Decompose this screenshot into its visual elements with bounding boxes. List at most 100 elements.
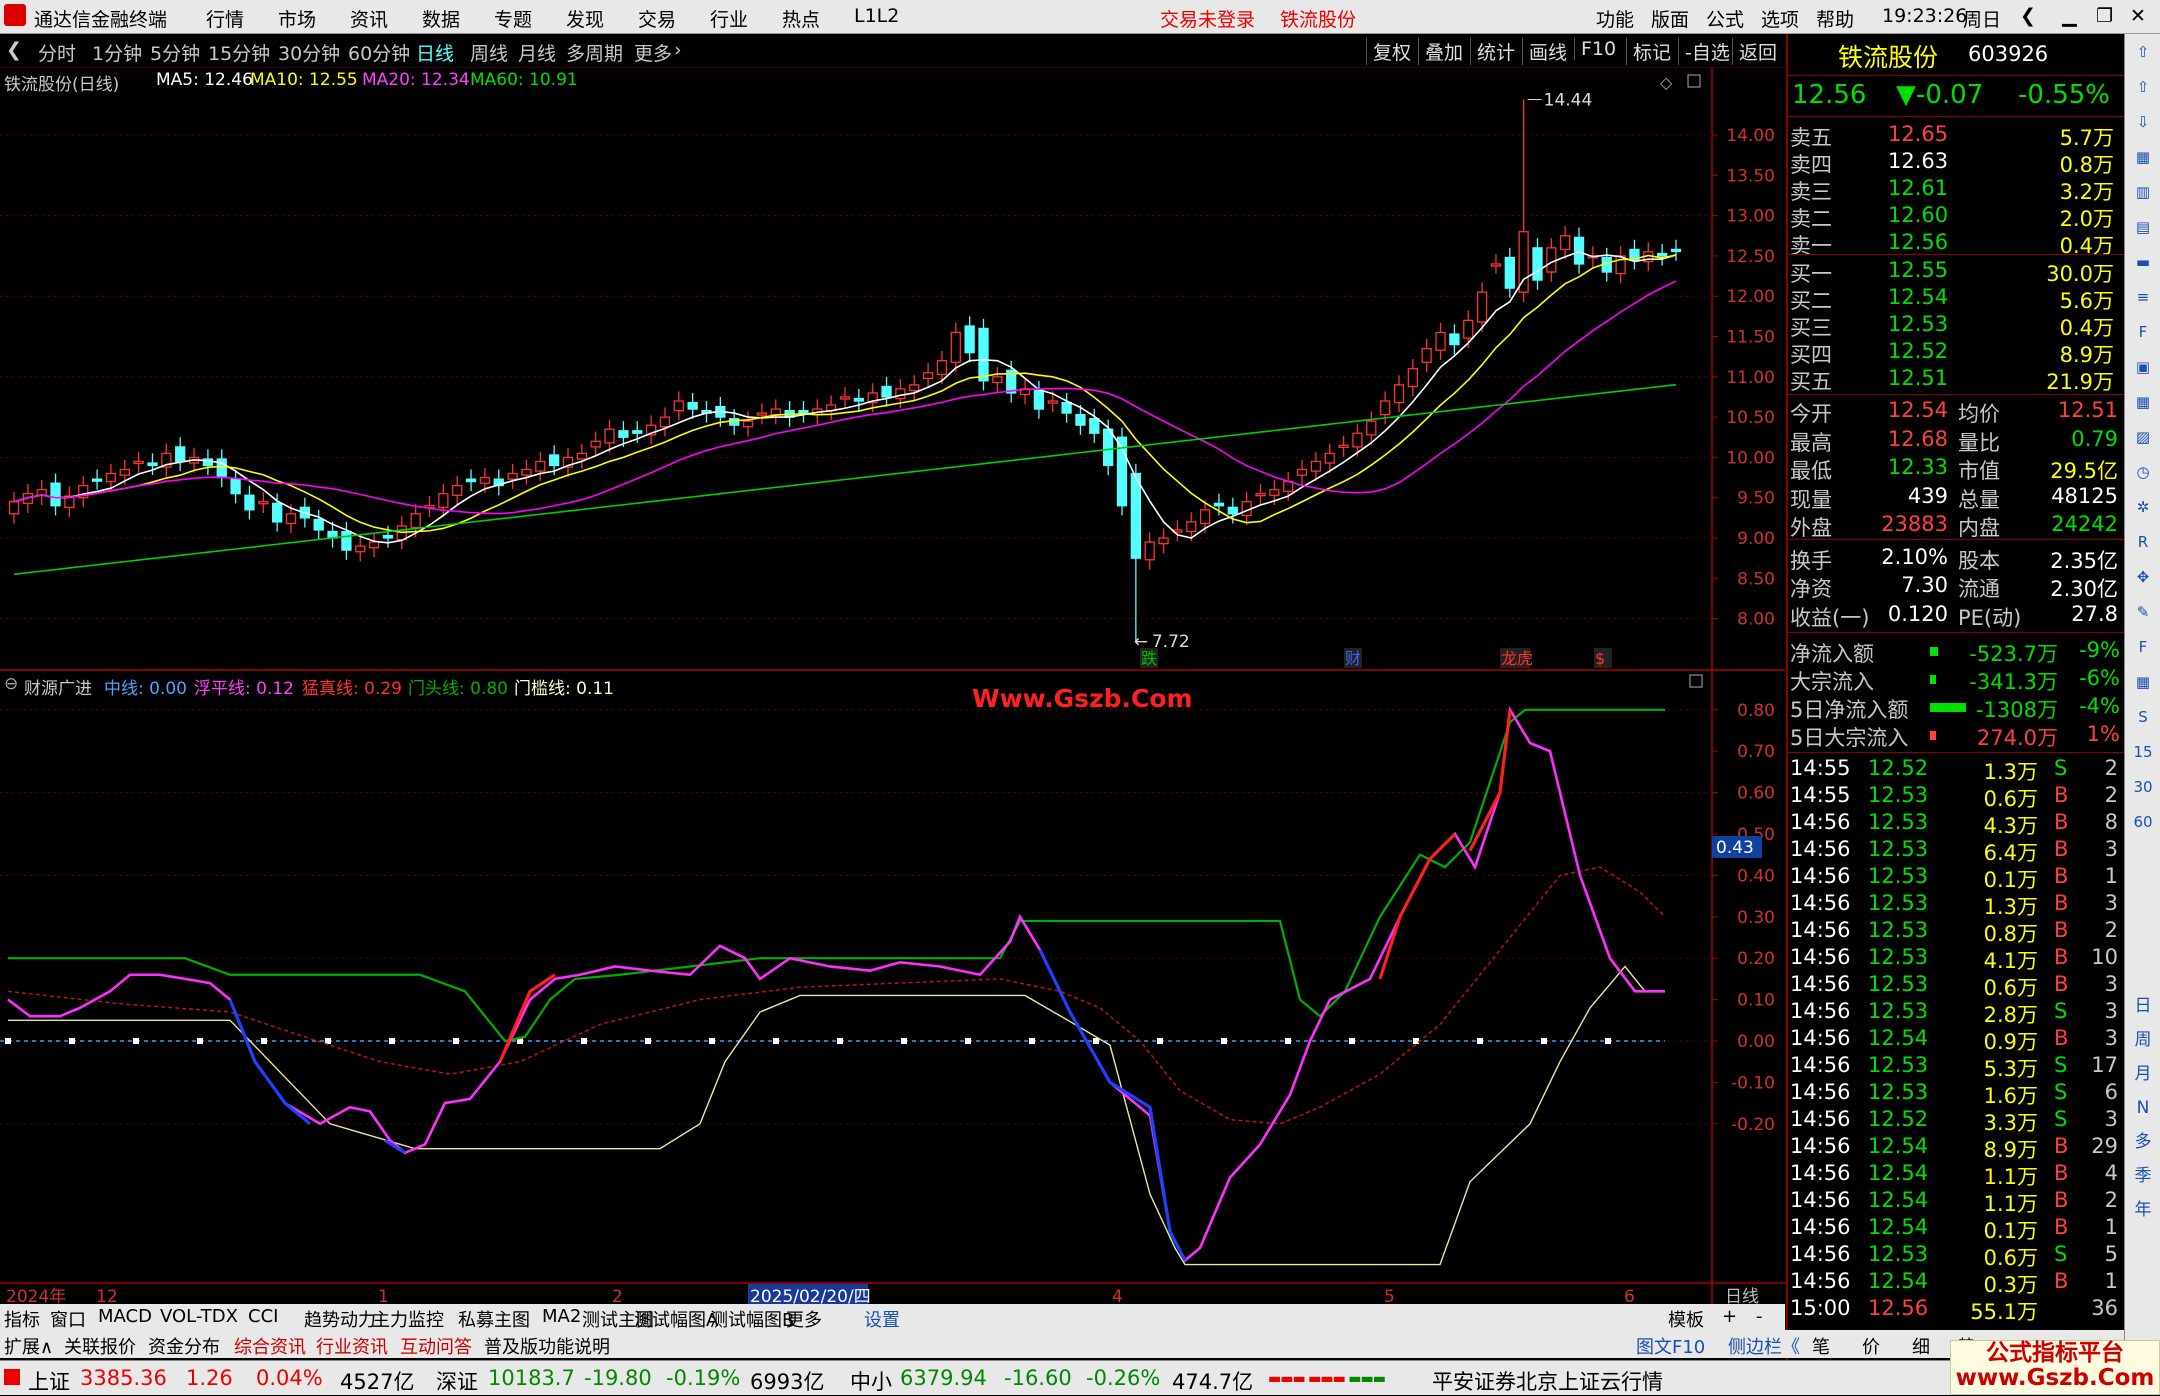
candle[interactable] — [36, 479, 47, 505]
side-tab-1[interactable]: 侧边栏《 — [1728, 1333, 1800, 1359]
indicator-tab-2[interactable]: MACD — [98, 1306, 152, 1327]
candle[interactable] — [673, 391, 684, 421]
indicator-tab-0[interactable]: 指标 — [4, 1306, 40, 1332]
sidebar-fs-icon[interactable]: F — [2129, 633, 2157, 661]
candle[interactable] — [590, 431, 601, 457]
sidebar-bar-chart-icon[interactable]: ▥ — [2129, 178, 2157, 206]
sidebar-gear-icon[interactable]: ✲ — [2129, 493, 2157, 521]
candle[interactable] — [368, 532, 380, 558]
sidebar-period-3[interactable]: N — [2129, 1094, 2157, 1122]
menu-help[interactable]: 帮助 — [1816, 5, 1854, 32]
candle[interactable] — [465, 469, 477, 492]
candle[interactable] — [355, 536, 366, 562]
candle[interactable] — [826, 395, 837, 421]
candle[interactable] — [50, 473, 61, 516]
candle[interactable] — [936, 351, 948, 385]
sidebar-period-0[interactable]: 日 — [2129, 992, 2157, 1020]
candle[interactable] — [230, 469, 241, 504]
info-tab-2[interactable]: 资金分布 — [148, 1333, 220, 1359]
indicator-tab-5[interactable]: 趋势动力 — [304, 1306, 376, 1332]
indicator-maximize-icon[interactable] — [1689, 674, 1703, 688]
indicator-tab-10[interactable]: 测试幅图A — [634, 1306, 718, 1332]
indicator-tab-12[interactable]: 更多 — [786, 1306, 822, 1332]
sidebar-n60-icon[interactable]: 60 — [2129, 808, 2157, 836]
candle[interactable] — [244, 485, 255, 520]
candle[interactable] — [1407, 359, 1418, 397]
back-icon[interactable]: ❮ — [2020, 5, 2036, 27]
side-tab-4[interactable]: 细 — [1912, 1333, 1930, 1359]
sidebar-doc-icon[interactable]: ▣ — [2129, 353, 2157, 381]
candle[interactable] — [64, 486, 75, 518]
sidebar-tag-icon[interactable]: S — [2129, 703, 2157, 731]
candle[interactable] — [1546, 238, 1557, 282]
candle[interactable] — [507, 463, 518, 489]
candle[interactable] — [770, 399, 781, 425]
candle[interactable] — [258, 492, 269, 514]
candle[interactable] — [922, 363, 934, 389]
candle[interactable] — [493, 469, 504, 496]
chart-area[interactable]: 14.44← 7.72跌财龙虎 $ 14.0013.5013.0012.5012.0… — [0, 0, 1785, 1304]
candle[interactable] — [452, 475, 463, 505]
indicator-tab-4[interactable]: CCI — [248, 1306, 278, 1327]
candle[interactable] — [161, 443, 172, 477]
info-tab-5[interactable]: 互动问答 — [400, 1333, 472, 1359]
candle[interactable] — [341, 521, 352, 560]
candle[interactable] — [1670, 239, 1682, 261]
candle[interactable] — [1255, 483, 1266, 505]
candle[interactable] — [1504, 247, 1515, 298]
sidebar-period-6[interactable]: 年 — [2129, 1196, 2157, 1224]
info-tab-0[interactable]: 扩展∧ — [4, 1333, 53, 1359]
candle[interactable] — [1560, 226, 1571, 260]
candle[interactable] — [1061, 392, 1072, 423]
indicator-tab-13[interactable]: 设置 — [864, 1306, 900, 1332]
remove-pane-button[interactable]: - — [1756, 1306, 1763, 1327]
candle[interactable] — [1130, 463, 1141, 642]
candle[interactable] — [1573, 227, 1585, 274]
sidebar-ratio-icon[interactable]: ▨ — [2129, 423, 2157, 451]
restore-icon[interactable]: ❐ — [2096, 5, 2113, 27]
candle[interactable] — [1490, 254, 1502, 274]
candle[interactable] — [756, 403, 768, 425]
date-axis-period[interactable]: 日线 — [1725, 1287, 1759, 1304]
indicator-tab-6[interactable]: 主力监控 — [372, 1306, 444, 1332]
template-button[interactable]: 模板 — [1668, 1306, 1704, 1332]
sidebar-period-2[interactable]: 月 — [2129, 1060, 2157, 1088]
sidebar-candle-icon[interactable]: ▬ — [2129, 248, 2157, 276]
sidebar-period-1[interactable]: 周 — [2129, 1026, 2157, 1054]
sidebar-clock2-icon[interactable]: 15 — [2129, 738, 2157, 766]
candle[interactable] — [1338, 435, 1349, 457]
candle[interactable] — [521, 459, 532, 485]
candle[interactable] — [964, 316, 975, 363]
candle[interactable] — [175, 437, 186, 472]
candle[interactable] — [881, 376, 892, 407]
candle[interactable] — [687, 392, 698, 419]
candle[interactable] — [1629, 239, 1640, 270]
candle[interactable] — [576, 443, 587, 469]
candle[interactable] — [798, 400, 809, 423]
candle[interactable] — [91, 469, 103, 490]
indicator-tab-7[interactable]: 私募主图 — [458, 1306, 530, 1332]
candle[interactable] — [1518, 99, 1529, 302]
candle[interactable] — [313, 509, 324, 540]
candle[interactable] — [1657, 243, 1668, 266]
sidebar-grid-icon[interactable]: ▦ — [2129, 668, 2157, 696]
candle[interactable] — [1449, 324, 1460, 355]
info-tab-3[interactable]: 综合资讯 — [234, 1333, 306, 1359]
sz-index-label[interactable]: 深证 — [436, 1366, 478, 1396]
sidebar-num30-icon[interactable]: 30 — [2129, 773, 2157, 801]
candle[interactable] — [562, 447, 574, 477]
zx-index-label[interactable]: 中小 — [850, 1366, 892, 1396]
sidebar-up-icon[interactable]: ⇧ — [2129, 73, 2157, 101]
sidebar-f10-icon[interactable]: F — [2129, 318, 2157, 346]
candle[interactable] — [659, 407, 671, 437]
sidebar-rsi-icon[interactable]: R — [2129, 528, 2157, 556]
candle[interactable] — [992, 367, 1003, 393]
candle[interactable] — [216, 449, 227, 488]
candle[interactable] — [950, 322, 961, 372]
candle[interactable] — [1158, 528, 1169, 554]
candle[interactable] — [909, 375, 920, 401]
candle[interactable] — [535, 451, 546, 481]
minimize-icon[interactable]: ▁ — [2062, 5, 2077, 27]
candle[interactable] — [645, 415, 657, 445]
indicator-tab-8[interactable]: MA2 — [542, 1306, 581, 1327]
